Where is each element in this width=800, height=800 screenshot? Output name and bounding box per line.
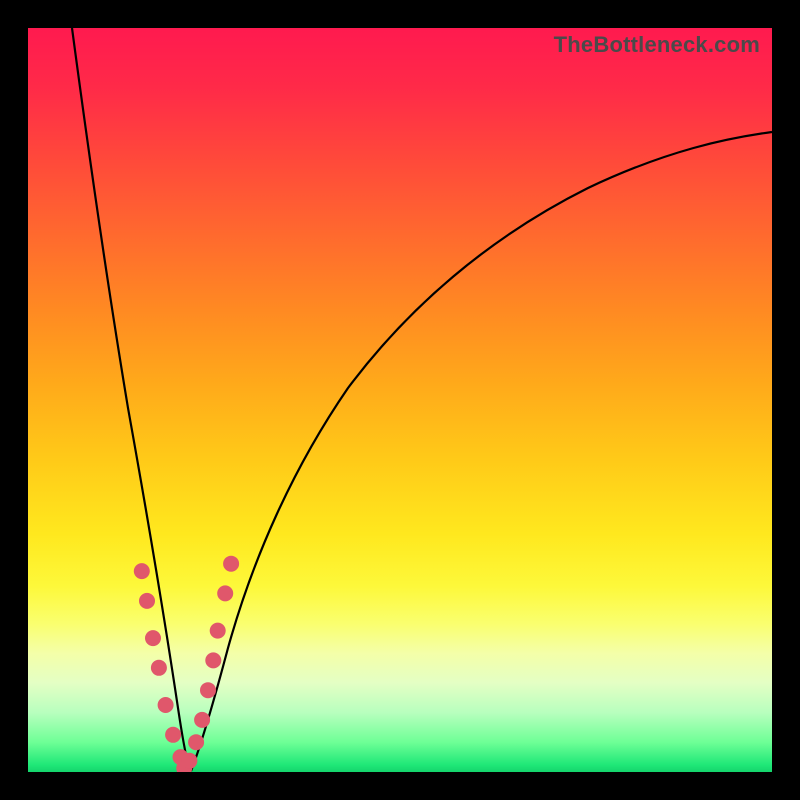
chart-svg bbox=[28, 28, 772, 772]
scatter-dot bbox=[217, 585, 233, 601]
right-branch bbox=[191, 132, 772, 771]
scatter-dot bbox=[194, 712, 210, 728]
scatter-dot bbox=[200, 682, 216, 698]
scatter-dot bbox=[134, 563, 150, 579]
scatter-dot bbox=[188, 734, 204, 750]
watermark-text: TheBottleneck.com bbox=[554, 32, 760, 58]
left-branch bbox=[72, 28, 191, 771]
scatter-dot bbox=[139, 593, 155, 609]
scatter-dot bbox=[210, 623, 226, 639]
curve-group bbox=[72, 28, 772, 771]
scatter-dot bbox=[205, 652, 221, 668]
scatter-dot bbox=[145, 630, 161, 646]
outer-frame: TheBottleneck.com bbox=[0, 0, 800, 800]
plot-area: TheBottleneck.com bbox=[28, 28, 772, 772]
scatter-dot bbox=[181, 753, 197, 769]
scatter-dot bbox=[151, 660, 167, 676]
scatter-dot bbox=[165, 727, 181, 743]
scatter-dot bbox=[223, 556, 239, 572]
scatter-dot bbox=[158, 697, 174, 713]
